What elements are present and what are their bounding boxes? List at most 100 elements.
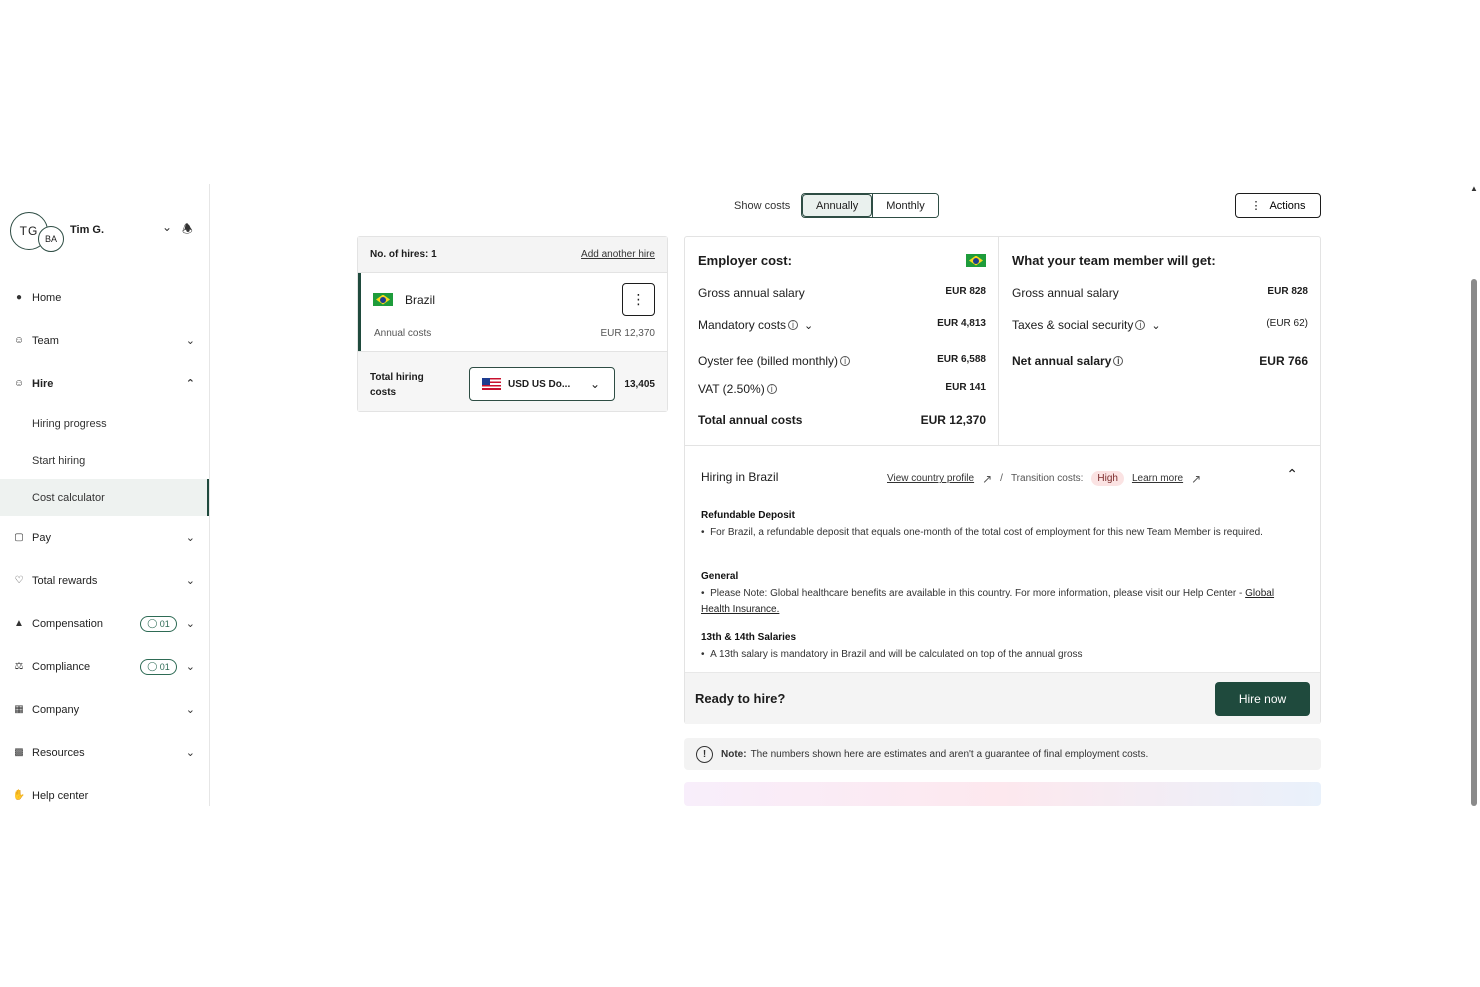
row-label: Mandatory costs i ⌄ — [698, 318, 813, 332]
sidebar-item-label: Compliance — [32, 660, 91, 673]
sidebar-item-resources[interactable]: ▩ Resources ⌄ — [0, 731, 209, 774]
row-label: Gross annual salary — [1012, 286, 1119, 300]
sidebar-item-label: Home — [32, 291, 62, 304]
heart-icon: ♡ — [14, 575, 24, 586]
sidebar-item-hire[interactable]: ☺ Hire ⌃ — [0, 362, 209, 405]
brazil-flag-icon — [373, 293, 393, 306]
annual-costs-value: EUR 12,370 — [600, 328, 655, 339]
country-options-button[interactable]: ⋮ — [622, 283, 655, 316]
vat-row: VAT (2.50%) i EUR 141 — [698, 382, 986, 396]
add-another-hire-link[interactable]: Add another hire — [581, 249, 655, 260]
actions-label: Actions — [1269, 199, 1306, 212]
info-icon[interactable]: i — [1135, 320, 1146, 330]
sidebar-item-home[interactable]: ● Home — [0, 276, 209, 319]
us-flag-icon — [482, 378, 501, 390]
row-label: Taxes & social security i ⌄ — [1012, 318, 1161, 332]
show-costs-label: Show costs — [734, 200, 791, 212]
section-text: • For Brazil, a refundable deposit that … — [701, 527, 1263, 538]
period-toggle: Annually Monthly — [801, 193, 939, 218]
general-text: Please Note: Global healthcare benefits … — [710, 588, 1246, 599]
row-value: (EUR 62) — [1266, 318, 1308, 329]
section-text: • A 13th salary is mandatory in Brazil a… — [701, 649, 1083, 660]
chart-icon: ▲ — [14, 618, 24, 629]
external-link-icon: ↗ — [1191, 471, 1202, 486]
chevron-up-icon[interactable]: ⌃ — [1286, 466, 1298, 483]
secondary-avatar: BA — [38, 226, 64, 252]
employer-gross-row: Gross annual salary EUR 828 — [698, 286, 986, 300]
chevron-down-icon: ⌄ — [185, 704, 195, 716]
oyster-fee-label: Oyster fee (billed monthly) — [698, 354, 839, 368]
chevron-down-icon[interactable]: ⌄ — [1151, 320, 1160, 332]
chevron-down-icon: ⌄ — [589, 377, 600, 391]
learn-more-link[interactable]: Learn more — [1132, 473, 1183, 484]
team-member-title: What your team member will get: — [1012, 253, 1216, 268]
sidebar-item-total-rewards[interactable]: ♡ Total rewards ⌄ — [0, 559, 209, 602]
row-value: EUR 141 — [945, 382, 986, 393]
row-label: VAT (2.50%) i — [698, 382, 777, 396]
row-value: EUR 766 — [1259, 354, 1308, 368]
total-hiring-costs-row: Total hiring costs USD US Do... ⌄ 13,405 — [358, 351, 667, 411]
scroll-thumb[interactable] — [1471, 279, 1477, 806]
sidebar-item-help-center[interactable]: ✋ Help center — [0, 774, 209, 806]
country-row[interactable]: Brazil ⋮ Annual costs EUR 12,370 — [358, 273, 667, 351]
view-country-profile-link[interactable]: View country profile — [887, 473, 974, 484]
sidebar-subitem-cost-calculator[interactable]: Cost calculator — [0, 479, 209, 516]
sidebar-item-label: Pay — [32, 531, 51, 544]
member-gross-row: Gross annual salary EUR 828 — [1012, 286, 1308, 300]
app-viewport: TG BA Tim G. ⌄ 🕭 ● Home ☺ Team ⌄ ☺ Hire … — [0, 184, 1480, 806]
bell-icon[interactable]: 🕭 — [182, 220, 193, 241]
hire-now-button[interactable]: Hire now — [1215, 682, 1310, 716]
sidebar-item-label: Help center — [32, 789, 89, 802]
net-salary-label: Net annual salary — [1012, 354, 1112, 368]
row-value: EUR 828 — [1267, 286, 1308, 297]
scrollbar[interactable]: ▲ — [1468, 184, 1480, 806]
total-hiring-costs-value: 13,405 — [624, 379, 655, 390]
sidebar-item-team[interactable]: ☺ Team ⌄ — [0, 319, 209, 362]
chevron-down-icon[interactable]: ⌄ — [804, 320, 813, 332]
home-icon: ● — [15, 292, 23, 303]
folder-icon: ▩ — [14, 747, 24, 758]
sidebar-item-label: Company — [32, 703, 80, 716]
currency-select[interactable]: USD US Do... ⌄ — [469, 367, 615, 401]
currency-value: USD US Do... — [508, 378, 571, 390]
annually-button[interactable]: Annually — [802, 194, 873, 217]
notification-badge: ◯ 01 — [140, 658, 177, 675]
mandatory-costs-label: Mandatory costs — [698, 318, 787, 332]
hiring-info-section: Hiring in Brazil View country profile ↗ … — [685, 445, 1320, 672]
net-salary-row: Net annual salary i EUR 766 — [1012, 354, 1308, 368]
pay-icon: ▢ — [14, 532, 24, 543]
info-icon[interactable]: i — [1113, 356, 1124, 366]
sidebar-item-label: Compensation — [32, 617, 103, 630]
actions-button[interactable]: ⋮ Actions — [1235, 193, 1321, 218]
sidebar-subitem-start-hiring[interactable]: Start hiring — [0, 442, 209, 479]
row-value: EUR 6,588 — [937, 354, 986, 365]
badge-count: 01 — [159, 618, 170, 629]
monthly-button[interactable]: Monthly — [872, 194, 938, 217]
sidebar-item-label: Total rewards — [32, 574, 98, 587]
mandatory-costs-row[interactable]: Mandatory costs i ⌄ EUR 4,813 — [698, 318, 986, 332]
chevron-down-icon: ⌄ — [185, 532, 195, 544]
scroll-up-icon[interactable]: ▲ — [1470, 184, 1478, 193]
kebab-icon: ⋮ — [1250, 200, 1262, 212]
taxes-row[interactable]: Taxes & social security i ⌄ (EUR 62) — [1012, 318, 1308, 332]
note-text: The numbers shown here are estimates and… — [750, 748, 1149, 760]
info-icon[interactable]: i — [840, 356, 851, 366]
chevron-down-icon: ⌄ — [185, 618, 195, 630]
user-menu[interactable]: TG BA Tim G. ⌄ 🕭 — [10, 212, 200, 252]
sidebar-item-pay[interactable]: ▢ Pay ⌄ — [0, 516, 209, 559]
team-member-column: What your team member will get: Gross an… — [999, 237, 1320, 445]
sidebar-item-compliance[interactable]: ⚖ Compliance ◯ 01 ⌄ — [0, 645, 209, 688]
sidebar-item-company[interactable]: ▦ Company ⌄ — [0, 688, 209, 731]
general-section: General • Please Note: Global healthcare… — [701, 569, 1300, 618]
info-icon[interactable]: i — [766, 384, 777, 394]
team-icon: ☺ — [13, 335, 25, 346]
info-icon[interactable]: i — [788, 320, 799, 330]
country-name: Brazil — [405, 293, 436, 307]
chevron-down-icon[interactable]: ⌄ — [162, 220, 172, 234]
row-value: EUR 4,813 — [937, 318, 986, 329]
sidebar-item-compensation[interactable]: ▲ Compensation ◯ 01 ⌄ — [0, 602, 209, 645]
vat-label: VAT (2.50%) — [698, 382, 765, 396]
chevron-down-icon: ⌄ — [185, 747, 195, 759]
oyster-fee-row: Oyster fee (billed monthly) i EUR 6,588 — [698, 354, 986, 368]
sidebar-subitem-hiring-progress[interactable]: Hiring progress — [0, 405, 209, 442]
